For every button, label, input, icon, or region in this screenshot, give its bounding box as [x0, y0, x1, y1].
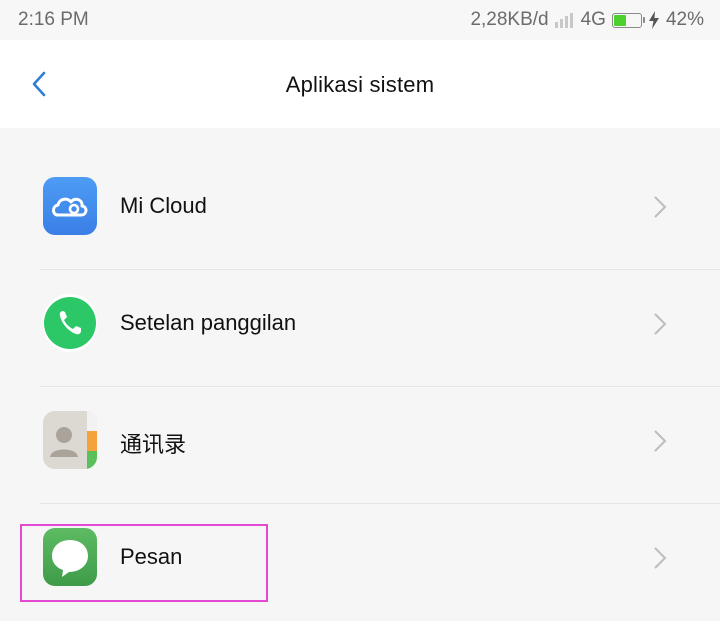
chevron-right-icon	[654, 313, 667, 335]
list-item-mi-cloud[interactable]: Mi Cloud	[0, 153, 720, 270]
chevron-right-icon	[654, 196, 667, 218]
network-type: 4G	[580, 9, 606, 30]
page-title: Aplikasi sistem	[285, 72, 435, 97]
contacts-icon	[43, 411, 97, 469]
list-item-contacts[interactable]: 通讯录	[0, 387, 720, 504]
list-item-label: Setelan panggilan	[120, 310, 297, 335]
chevron-right-icon	[654, 547, 667, 569]
mi-cloud-icon	[43, 177, 97, 235]
battery-fill	[613, 14, 626, 26]
list-item-call-settings[interactable]: Setelan panggilan	[0, 270, 720, 387]
network-speed: 2,28KB/d	[470, 9, 549, 30]
list-item-label: 通讯录	[120, 432, 187, 457]
signal-strength-icon	[554, 12, 573, 28]
status-bar: 2:16 PM 2,28KB/d 4G 42%	[0, 0, 720, 40]
app-header: Aplikasi sistem	[0, 40, 720, 128]
chevron-right-icon	[654, 430, 667, 452]
charging-bolt-icon	[648, 11, 659, 29]
battery-percent: 42%	[665, 9, 704, 30]
list-item-label: Mi Cloud	[120, 193, 207, 218]
battery-icon	[611, 12, 645, 28]
status-right-group: 2,28KB/d 4G 42%	[470, 9, 704, 31]
list-item-label: Pesan	[120, 544, 183, 569]
status-time: 2:16 PM	[18, 9, 89, 30]
message-bubble-icon	[43, 528, 97, 586]
phone-icon	[43, 294, 97, 352]
list-item-messages[interactable]: Pesan	[0, 504, 720, 621]
